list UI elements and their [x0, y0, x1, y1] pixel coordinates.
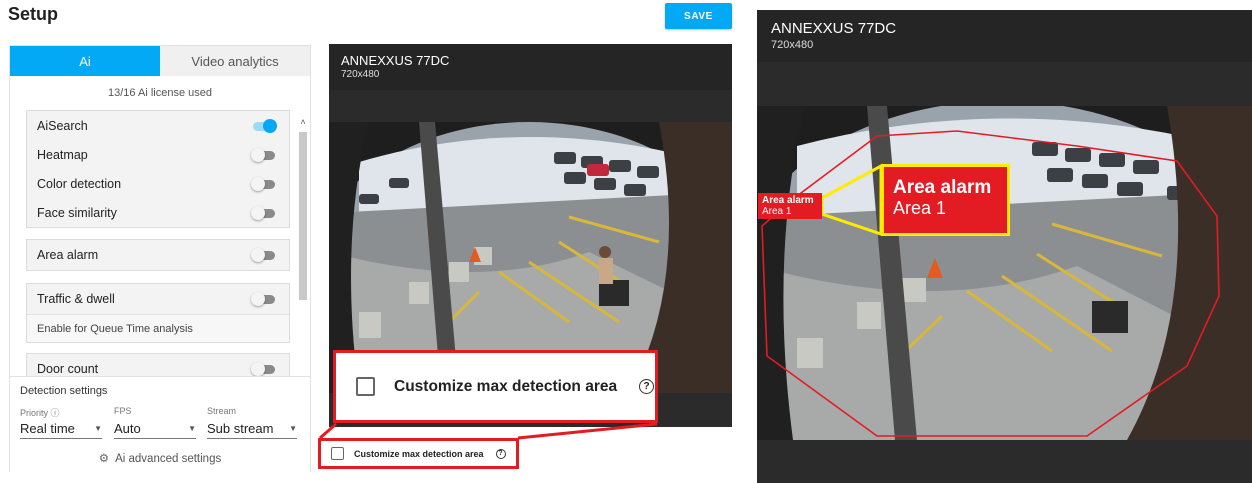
customize-detection-checkbox[interactable]	[331, 447, 344, 460]
feature-card-area-alarm: Area alarm	[26, 239, 290, 271]
fps-select[interactable]: Auto ▼	[114, 419, 196, 439]
camera-area-alarm-panel: ANNEXXUS 77DC 720x480	[757, 10, 1252, 483]
scrollbar-thumb[interactable]	[299, 132, 307, 300]
stream-value: Sub stream	[207, 421, 274, 436]
traffic-dwell-toggle[interactable]	[251, 292, 275, 306]
camera-header: ANNEXXUS 77DC 720x480	[329, 44, 732, 90]
ai-settings-panel: Ai Video analytics 13/16 Ai license used…	[9, 45, 311, 472]
door-count-toggle[interactable]	[251, 362, 275, 376]
chevron-up-icon[interactable]: ˄	[298, 116, 308, 128]
priority-label: Priority ⓘ	[20, 408, 60, 418]
ai-advanced-settings-link[interactable]: ⚙ Ai advanced settings	[10, 451, 310, 465]
area-alarm-toggle[interactable]	[251, 248, 275, 262]
aisearch-toggle[interactable]	[251, 118, 277, 133]
help-circle-icon[interactable]: ?	[495, 448, 506, 459]
feature-row-color-detection: Color detection	[27, 169, 289, 198]
license-usage: 13/16 Ai license used	[108, 87, 212, 99]
heatmap-toggle[interactable]	[251, 147, 275, 162]
camera-name: ANNEXXUS 77DC	[771, 20, 897, 37]
face-similarity-toggle[interactable]	[251, 205, 275, 220]
stream-label: Stream	[207, 406, 237, 416]
feature-label: Color detection	[37, 176, 122, 191]
feature-row-traffic-dwell: Traffic & dwell	[27, 284, 289, 314]
tab-ai[interactable]: Ai	[10, 46, 160, 76]
feature-list: AiSearch Heatmap Color detection Face si…	[10, 108, 310, 414]
area-alarm-area-zoom: Area 1	[893, 198, 947, 218]
customize-detection-label-zoom: Customize max detection area	[394, 377, 618, 395]
customize-detection-label: Customize max detection area	[354, 448, 484, 459]
detection-settings-title: Detection settings	[20, 385, 108, 397]
camera-name: ANNEXXUS 77DC	[341, 53, 450, 68]
feature-label: Door count	[37, 362, 99, 376]
area-alarm-title-zoom: Area alarm	[893, 177, 992, 198]
feature-label: Face similarity	[37, 205, 117, 220]
area-alarm-title: Area alarm	[762, 195, 814, 206]
save-button[interactable]: SAVE	[665, 3, 732, 29]
customize-detection-callout: Customize max detection area ?	[333, 350, 658, 423]
color-detection-toggle[interactable]	[251, 176, 275, 191]
tab-bar: Ai Video analytics	[10, 46, 310, 76]
area-alarm-area: Area 1	[762, 206, 792, 217]
feature-label: AiSearch	[37, 118, 88, 133]
help-circle-icon[interactable]: ?	[639, 379, 655, 394]
priority-value: Real time	[20, 421, 75, 436]
feature-row-face-similarity: Face similarity	[27, 198, 289, 227]
camera-header: ANNEXXUS 77DC 720x480	[757, 10, 1252, 62]
gear-icon: ⚙	[98, 453, 110, 465]
customize-detection-option: Customize max detection area ?	[318, 438, 519, 469]
page-title: Setup	[8, 4, 59, 24]
feature-list-scrollbar[interactable]: ˄ ˅	[298, 116, 308, 412]
caret-down-icon: ▼	[188, 424, 196, 433]
help-circle-icon: ⓘ	[50, 408, 60, 418]
camera-resolution: 720x480	[771, 39, 814, 51]
feature-row-area-alarm: Area alarm	[27, 240, 289, 270]
fps-label: FPS	[114, 406, 132, 416]
camera-resolution: 720x480	[341, 69, 380, 80]
caret-down-icon: ▼	[289, 424, 297, 433]
feature-card-traffic-dwell: Traffic & dwell Enable for Queue Time an…	[26, 283, 290, 343]
customize-detection-checkbox-zoom[interactable]	[356, 377, 375, 396]
caret-down-icon: ▼	[94, 424, 102, 433]
stream-select[interactable]: Sub stream ▼	[207, 419, 297, 439]
area-alarm-label: Area alarm Area 1	[758, 193, 822, 219]
area-alarm-label-zoom: Area alarm Area 1	[881, 164, 1010, 236]
feature-card-ai-basic: AiSearch Heatmap Color detection Face si…	[26, 110, 290, 228]
camera-feed[interactable]	[757, 106, 1252, 440]
feature-note: Enable for Queue Time analysis	[27, 314, 289, 342]
fps-value: Auto	[114, 421, 141, 436]
feature-label: Area alarm	[37, 248, 99, 262]
detection-settings: Detection settings Priority ⓘ Real time …	[10, 376, 310, 472]
feature-label: Traffic & dwell	[37, 292, 115, 306]
feature-label: Heatmap	[37, 147, 88, 162]
feature-row-aisearch: AiSearch	[27, 111, 289, 140]
priority-select[interactable]: Real time ▼	[20, 419, 102, 439]
feature-row-heatmap: Heatmap	[27, 140, 289, 169]
tab-video-analytics[interactable]: Video analytics	[160, 46, 310, 76]
